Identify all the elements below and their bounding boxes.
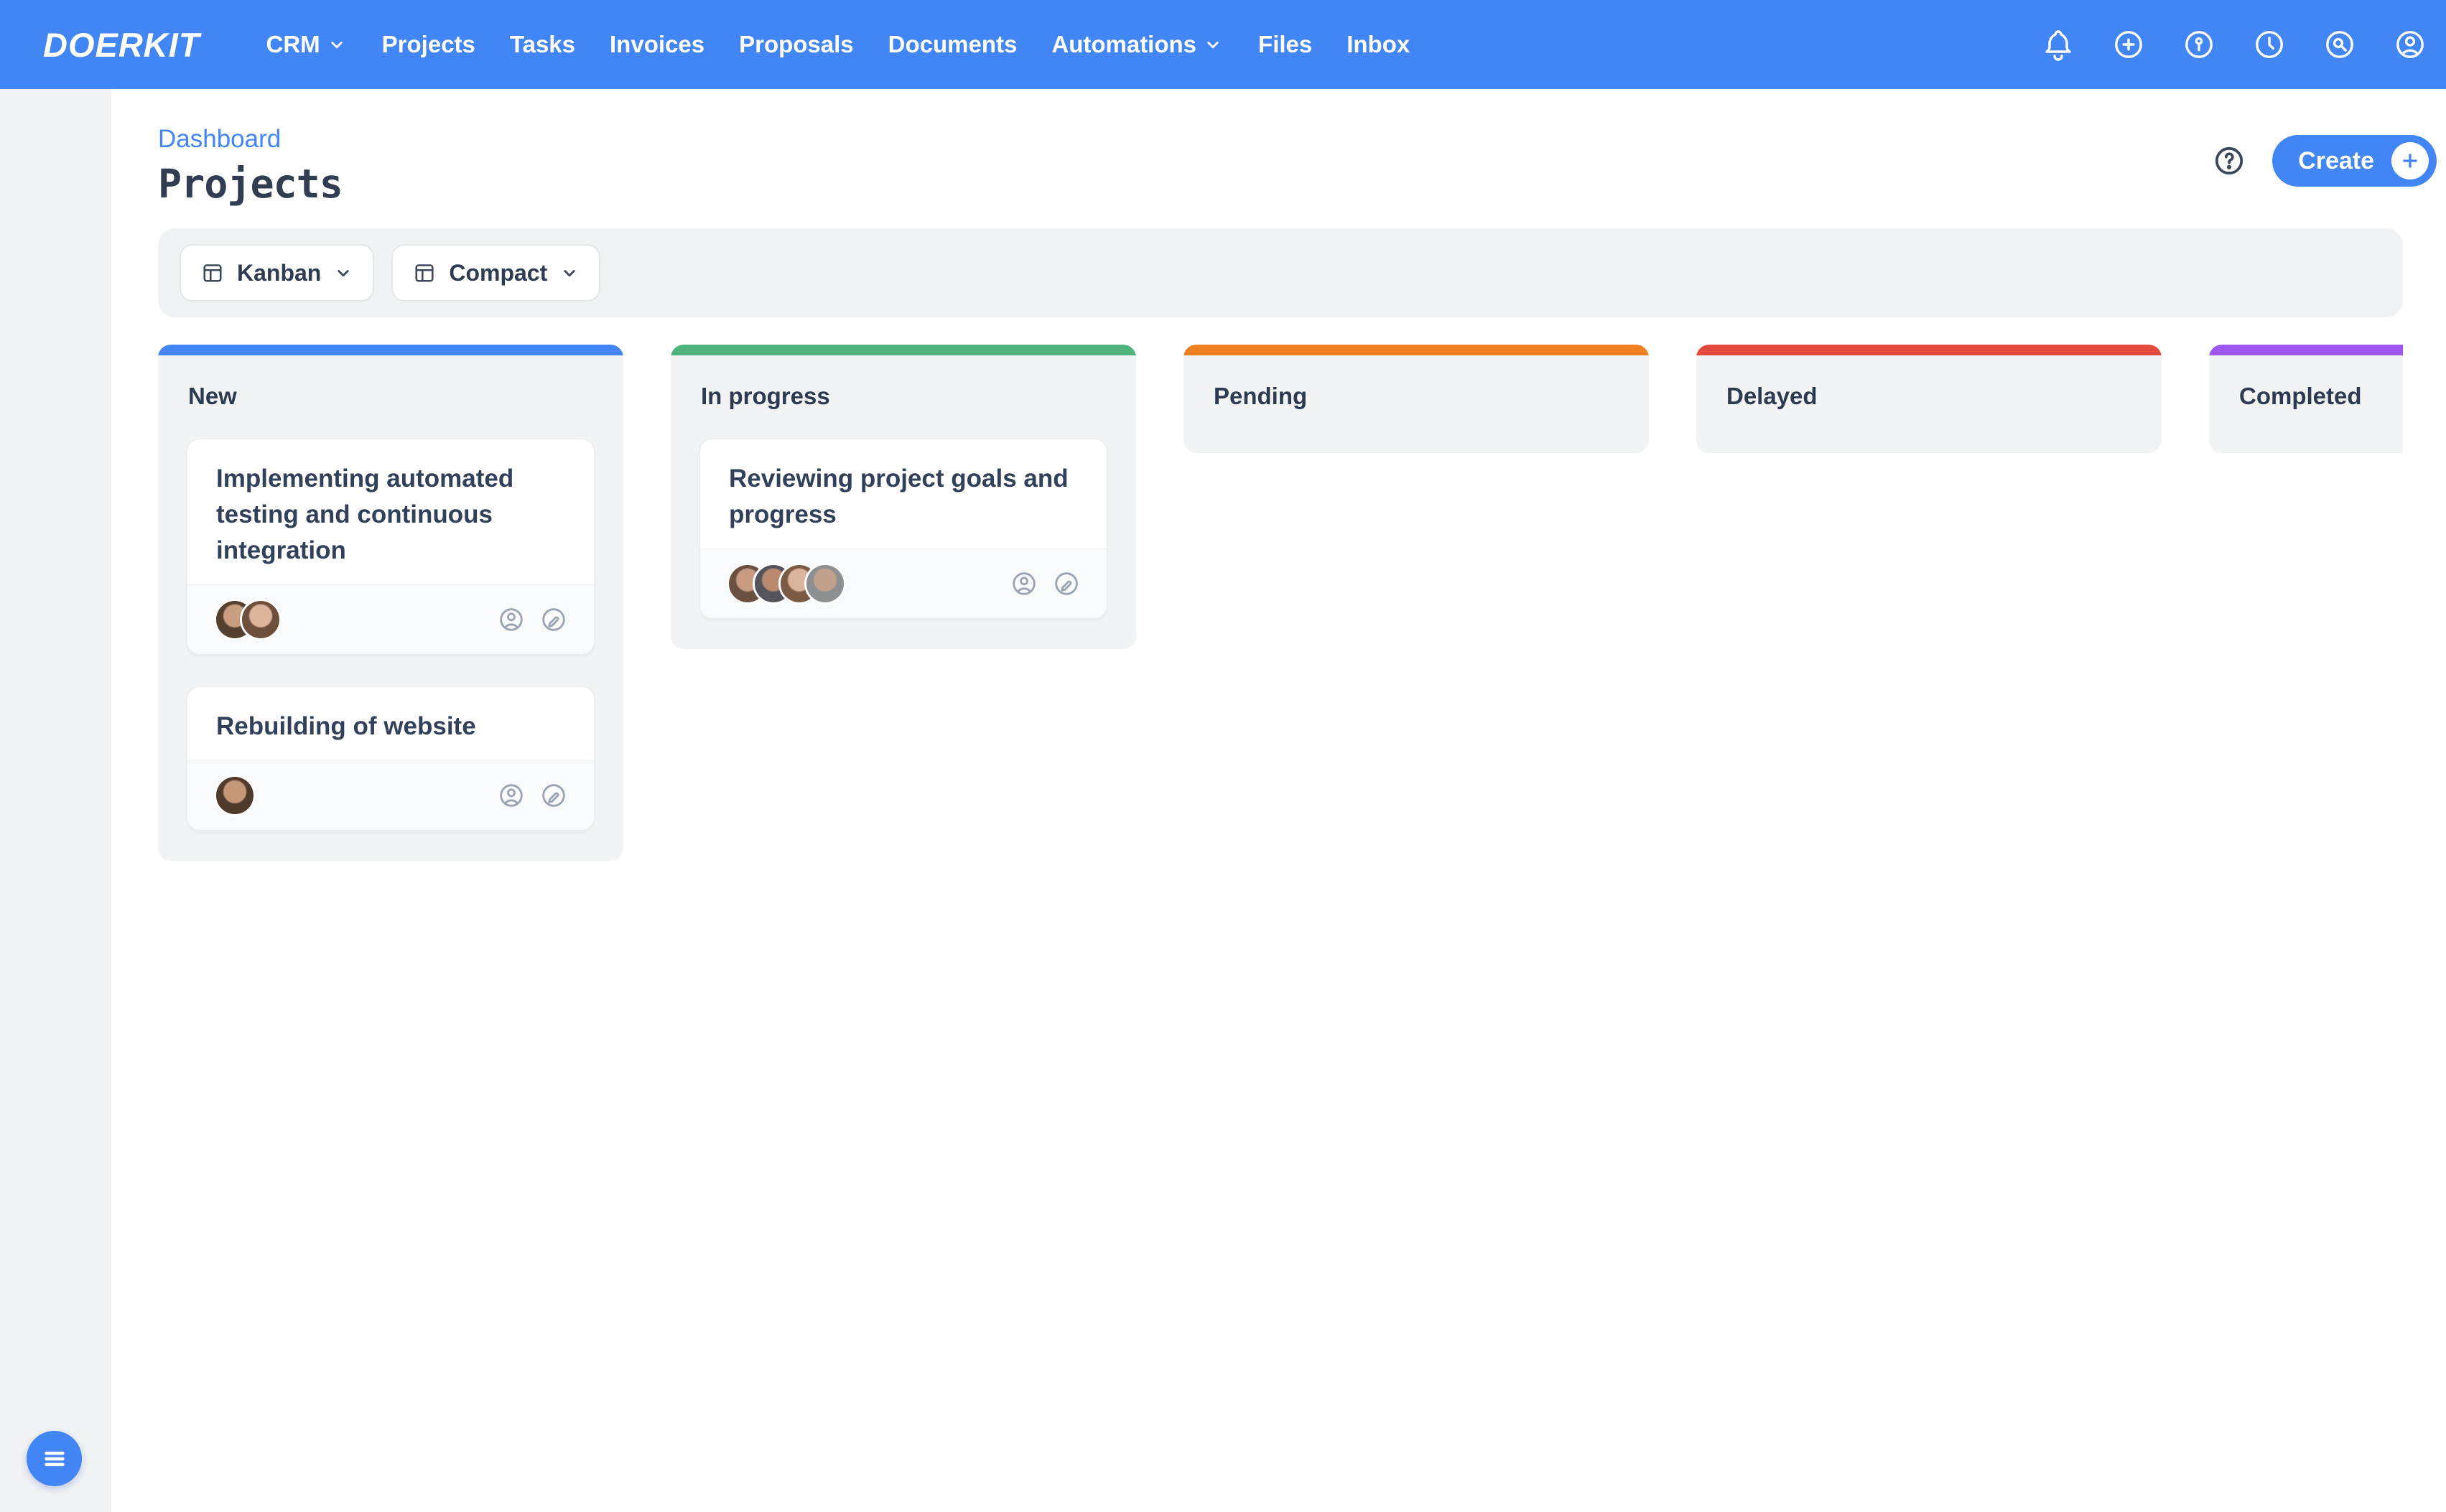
column-color-bar — [1696, 345, 2162, 355]
assign-user-icon[interactable] — [1010, 569, 1038, 598]
app-logo[interactable]: DOERKIT — [43, 25, 200, 65]
nav-item-tasks[interactable]: Tasks — [510, 31, 575, 58]
nav-item-label: Documents — [888, 31, 1018, 58]
column-cards: Implementing automated testing and conti… — [158, 434, 623, 861]
app-shell: Dashboard Projects Create Kanban Compact — [0, 89, 2446, 1512]
column-cards: Reviewing project goals and progress — [671, 434, 1136, 649]
nav-item-label: Tasks — [510, 31, 575, 58]
bell-icon[interactable] — [2041, 27, 2075, 62]
card-actions — [497, 605, 568, 634]
nav-item-projects[interactable]: Projects — [382, 31, 475, 58]
menu-fab-button[interactable] — [27, 1431, 82, 1486]
header-actions: Create — [2212, 135, 2437, 187]
nav-item-label: Proposals — [739, 31, 854, 58]
project-card-title: Rebuilding of website — [187, 687, 594, 760]
assignee-avatars — [216, 777, 254, 814]
column-color-bar — [158, 345, 623, 355]
nav-item-label: Inbox — [1347, 31, 1410, 58]
clock-icon[interactable] — [2252, 27, 2287, 62]
user-circle-icon[interactable] — [2393, 27, 2427, 62]
keyhole-icon[interactable] — [2182, 27, 2216, 62]
column-new: NewImplementing automated testing and co… — [158, 345, 623, 861]
density-selector-dropdown[interactable]: Compact — [391, 244, 600, 302]
nav-item-automations[interactable]: Automations — [1051, 31, 1224, 58]
avatar — [242, 601, 279, 638]
column-completed: Completed — [2209, 345, 2403, 453]
project-card-footer — [187, 584, 594, 654]
column-pending: Pending — [1184, 345, 1649, 453]
nav-item-inbox[interactable]: Inbox — [1347, 31, 1410, 58]
card-actions — [497, 781, 568, 810]
create-button-label: Create — [2298, 147, 2374, 175]
edit-pencil-icon[interactable] — [1052, 569, 1081, 598]
page-title: Projects — [158, 161, 343, 207]
edit-pencil-icon[interactable] — [539, 605, 568, 634]
nav-item-files[interactable]: Files — [1258, 31, 1312, 58]
assign-user-icon[interactable] — [497, 781, 526, 810]
plus-icon — [2391, 142, 2429, 179]
nav-menu: CRM Projects Tasks Invoices Proposals Documen… — [266, 31, 1410, 58]
kanban-board: NewImplementing automated testing and co… — [158, 345, 2403, 861]
kanban-layout-icon — [200, 260, 225, 286]
card-actions — [1010, 569, 1081, 598]
nav-item-documents[interactable]: Documents — [888, 31, 1018, 58]
nav-item-label: Projects — [382, 31, 475, 58]
column-label: Completed — [2209, 355, 2403, 453]
chevron-down-icon — [326, 34, 348, 55]
column-in-progress: In progressReviewing project goals and p… — [671, 345, 1136, 649]
project-card[interactable]: Reviewing project goals and progress — [699, 439, 1107, 619]
column-color-bar — [671, 345, 1136, 355]
project-card-title: Implementing automated testing and conti… — [187, 439, 594, 584]
nav-item-crm[interactable]: CRM — [266, 31, 348, 58]
top-navigation: DOERKIT CRM Projects Tasks Invoices Proposal… — [0, 0, 2446, 89]
column-label: Pending — [1184, 355, 1649, 453]
project-card-footer — [700, 549, 1107, 618]
plus-circle-icon[interactable] — [2111, 27, 2146, 62]
view-selector-label: Kanban — [237, 260, 321, 286]
main-content: Dashboard Projects Create Kanban Compact — [111, 89, 2446, 1512]
project-card[interactable]: Rebuilding of website — [187, 686, 595, 831]
help-icon[interactable] — [2212, 144, 2246, 178]
page-titles: Dashboard Projects — [158, 125, 343, 207]
project-card-footer — [187, 760, 594, 830]
create-button[interactable]: Create — [2272, 135, 2437, 187]
avatar — [216, 777, 254, 814]
nav-item-proposals[interactable]: Proposals — [739, 31, 854, 58]
nav-icon-buttons — [2041, 27, 2427, 62]
nav-item-label: CRM — [266, 31, 320, 58]
nav-item-invoices[interactable]: Invoices — [610, 31, 704, 58]
nav-item-label: Invoices — [610, 31, 704, 58]
avatar — [806, 565, 844, 602]
density-selector-label: Compact — [449, 260, 547, 286]
column-color-bar — [1184, 345, 1649, 355]
breadcrumb[interactable]: Dashboard — [158, 125, 281, 154]
column-label: New — [158, 355, 623, 434]
chevron-down-icon — [333, 262, 354, 284]
assignee-avatars — [216, 601, 279, 638]
view-selector-dropdown[interactable]: Kanban — [180, 244, 374, 302]
assign-user-icon[interactable] — [497, 605, 526, 634]
left-sidebar — [0, 89, 111, 1512]
compact-layout-icon — [411, 260, 437, 286]
chevron-down-icon — [559, 262, 580, 284]
column-label: Delayed — [1696, 355, 2162, 453]
project-card[interactable]: Implementing automated testing and conti… — [187, 439, 595, 655]
column-color-bar — [2209, 345, 2403, 355]
page-header: Dashboard Projects Create — [158, 125, 2437, 207]
edit-pencil-icon[interactable] — [539, 781, 568, 810]
search-icon[interactable] — [2322, 27, 2357, 62]
assignee-avatars — [729, 565, 844, 602]
chevron-down-icon — [1202, 34, 1224, 55]
project-card-title: Reviewing project goals and progress — [700, 439, 1107, 549]
column-delayed: Delayed — [1696, 345, 2162, 453]
nav-item-label: Files — [1258, 31, 1312, 58]
nav-item-label: Automations — [1051, 31, 1196, 58]
view-toolbar: Kanban Compact — [158, 228, 2403, 317]
column-label: In progress — [671, 355, 1136, 434]
